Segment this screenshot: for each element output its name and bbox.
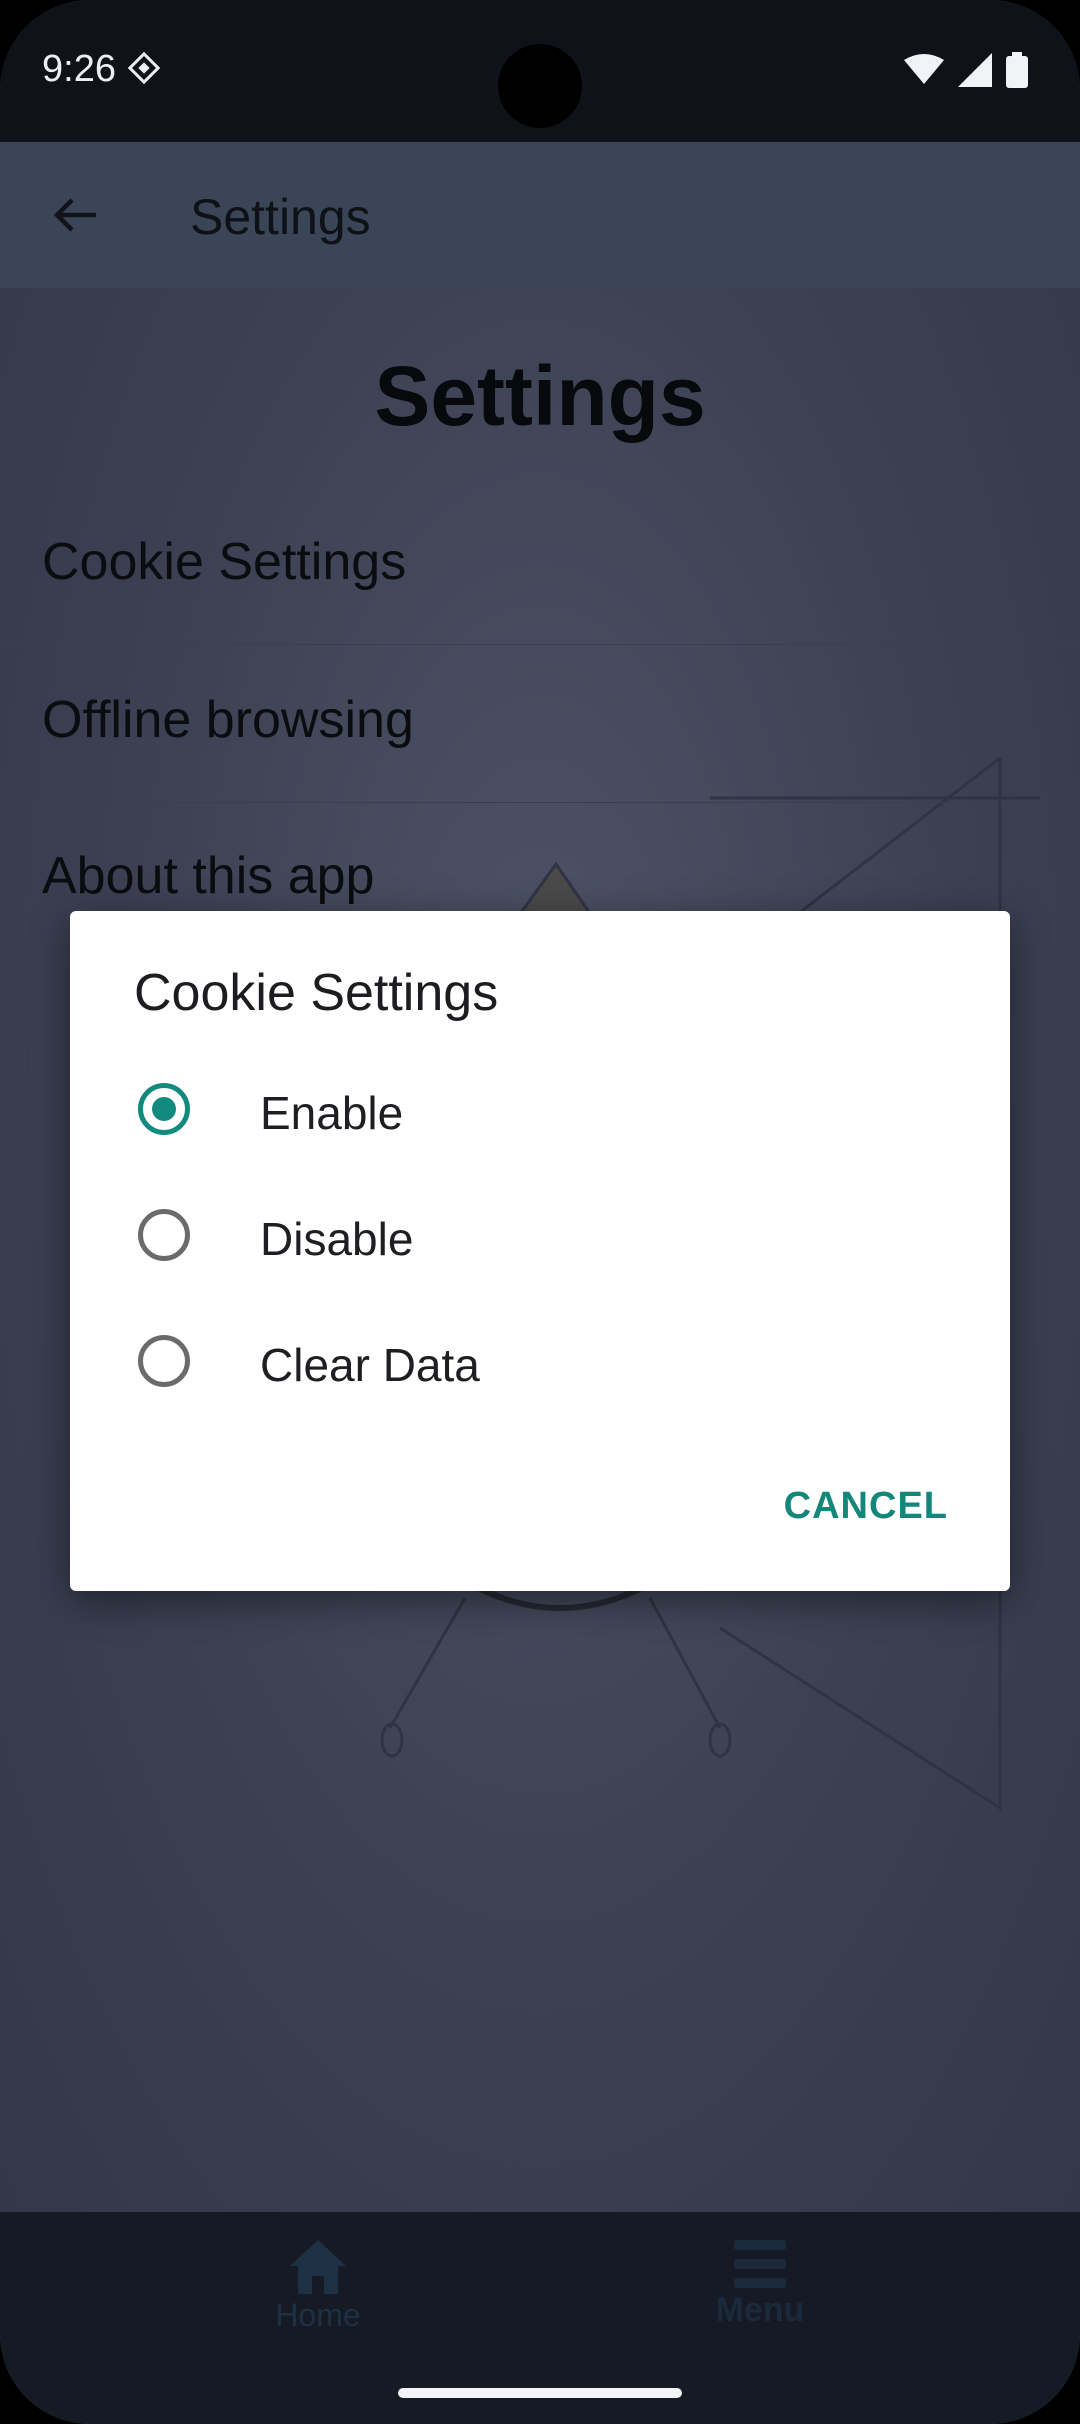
- option-label-enable: Enable: [260, 1087, 404, 1139]
- radio-button-clear-data[interactable]: [138, 1335, 190, 1387]
- option-disable[interactable]: Disable: [70, 1172, 1010, 1298]
- radio-button-enable[interactable]: [138, 1083, 190, 1135]
- cancel-button[interactable]: CANCEL: [784, 1485, 948, 1528]
- dialog-title: Cookie Settings: [134, 964, 499, 1022]
- option-enable[interactable]: Enable: [70, 1046, 1010, 1172]
- screen: 9:26 Settings Settings Cookie Settings O…: [0, 0, 1080, 2424]
- option-clear-data[interactable]: Clear Data: [70, 1298, 1010, 1424]
- option-label-disable: Disable: [260, 1213, 414, 1265]
- option-label-clear-data: Clear Data: [260, 1339, 480, 1391]
- cookie-settings-dialog: Cookie Settings Enable Disable Clear Dat…: [70, 911, 1010, 1591]
- radio-button-disable[interactable]: [138, 1209, 190, 1261]
